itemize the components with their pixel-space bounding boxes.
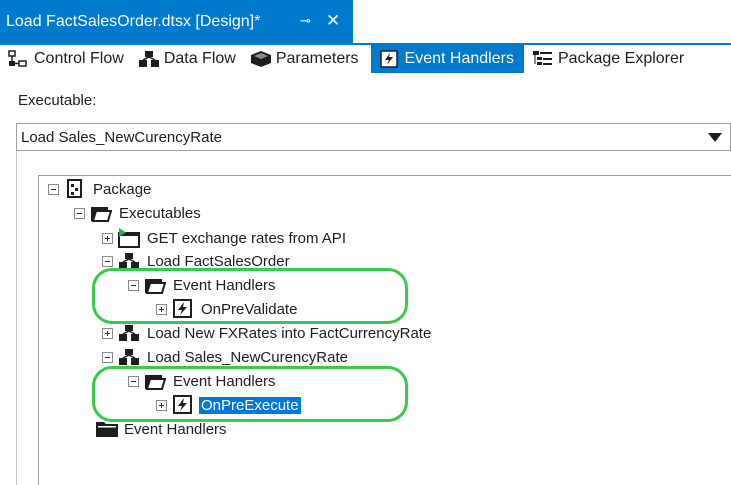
executable-label: Executable: bbox=[18, 92, 97, 109]
executable-selected-value: Load Sales_NewCurencyRate bbox=[21, 128, 222, 146]
tree-node-get-exchange-rates[interactable]: GET exchange rates from API bbox=[102, 227, 348, 249]
tab-control-flow[interactable]: Control Flow bbox=[0, 45, 130, 73]
pin-icon[interactable]: ⊸ bbox=[300, 14, 311, 28]
designer-tab-strip: Control Flow Data Flow Parameters Event … bbox=[0, 45, 731, 73]
tab-data-flow[interactable]: Data Flow bbox=[130, 45, 242, 73]
data-flow-task-icon bbox=[118, 347, 140, 367]
event-handlers-icon bbox=[379, 50, 399, 68]
tree-node-load-sales-new-curency-rate[interactable]: Load Sales_NewCurencyRate bbox=[102, 346, 350, 368]
tree-node-executables[interactable]: Executables bbox=[74, 202, 203, 224]
tree-node-label: Load FactSalesOrder bbox=[147, 252, 290, 270]
tree-node-label: GET exchange rates from API bbox=[147, 229, 346, 247]
expand-icon[interactable] bbox=[102, 327, 113, 339]
folder-open-icon bbox=[90, 203, 113, 223]
highlight-outline bbox=[92, 268, 408, 324]
tab-event-handlers[interactable]: Event Handlers bbox=[370, 45, 524, 73]
expand-icon[interactable] bbox=[102, 232, 113, 244]
tree-node-label: Load New FXRates into FactCurrencyRate bbox=[147, 324, 432, 342]
highlight-outline bbox=[92, 366, 408, 422]
package-explorer-icon bbox=[532, 50, 552, 68]
tab-parameters[interactable]: Parameters bbox=[242, 45, 365, 73]
collapse-icon[interactable] bbox=[102, 255, 113, 267]
package-icon bbox=[64, 179, 86, 199]
tree-node-load-new-fxrates[interactable]: Load New FXRates into FactCurrencyRate bbox=[102, 322, 433, 344]
tab-label: Data Flow bbox=[163, 50, 236, 67]
tree-node-label: Executables bbox=[119, 204, 201, 222]
folder-closed-icon bbox=[95, 419, 118, 439]
parameters-icon bbox=[250, 50, 271, 68]
data-flow-icon bbox=[138, 50, 159, 68]
tab-label: Parameters bbox=[275, 50, 359, 67]
collapse-icon[interactable] bbox=[48, 183, 59, 195]
tree-node-label: Package bbox=[93, 180, 152, 198]
executable-dropdown[interactable]: Load Sales_NewCurencyRate bbox=[16, 123, 731, 151]
tab-label: Event Handlers bbox=[404, 50, 514, 67]
tab-package-explorer[interactable]: Package Explorer bbox=[524, 45, 690, 73]
tab-label: Package Explorer bbox=[557, 50, 685, 67]
tab-label: Control Flow bbox=[34, 50, 124, 67]
document-title: Load FactSalesOrder.dtsx [Design]* bbox=[6, 12, 261, 30]
tree-node-label: Load Sales_NewCurencyRate bbox=[147, 348, 348, 366]
collapse-icon[interactable] bbox=[102, 351, 113, 363]
task-icon bbox=[118, 228, 140, 248]
tree-node-label: Event Handlers bbox=[124, 420, 227, 438]
collapse-icon[interactable] bbox=[74, 207, 85, 219]
dropdown-arrow-icon[interactable] bbox=[702, 124, 728, 150]
data-flow-task-icon bbox=[118, 323, 140, 343]
close-icon[interactable]: ✕ bbox=[326, 12, 340, 29]
control-flow-icon bbox=[8, 50, 28, 68]
document-tab[interactable]: Load FactSalesOrder.dtsx [Design]* ⊸ ✕ bbox=[0, 0, 353, 43]
tree-node-package[interactable]: Package bbox=[48, 178, 153, 200]
